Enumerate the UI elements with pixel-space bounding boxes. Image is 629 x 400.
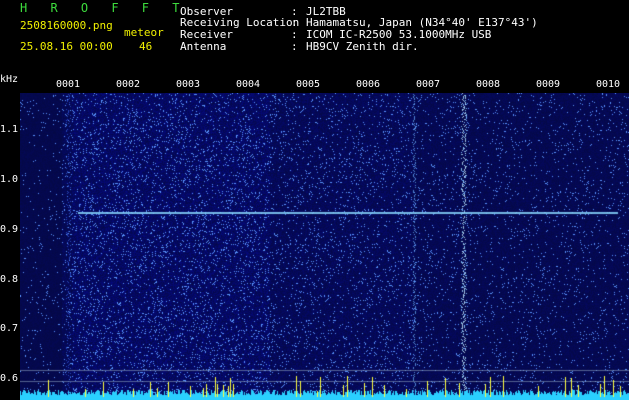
x-tick-0009: 0009 — [535, 79, 561, 90]
y-tick-0-9: 0.9 — [0, 224, 19, 235]
x-tick-0001: 0001 — [55, 79, 81, 90]
x-tick-0010: 0010 — [595, 79, 621, 90]
x-tick-0007: 0007 — [415, 79, 441, 90]
antenna-value: HB9CV Zenith dir. — [306, 40, 419, 53]
receiver-colon: : — [291, 28, 298, 41]
y-tick-0-6: 0.6 — [0, 373, 19, 384]
y-tick-1-1: 1.1 — [0, 124, 19, 135]
location-value: Hamamatsu, Japan (N34°40' E137°43') — [306, 16, 538, 29]
antenna-colon: : — [291, 40, 298, 53]
app-title: H R O F F T — [20, 1, 188, 15]
x-tick-0006: 0006 — [355, 79, 381, 90]
x-tick-0002: 0002 — [115, 79, 141, 90]
file-name: 2508160000.png — [20, 19, 113, 32]
antenna-label: Antenna — [180, 40, 227, 53]
x-tick-0008: 0008 — [475, 79, 501, 90]
location-colon: : — [291, 16, 298, 29]
spectrogram-plot — [20, 93, 629, 400]
file-datetime: 25.08.16 00:00 — [20, 40, 113, 53]
spectrogram-canvas — [20, 93, 629, 400]
y-tick-0-8: 0.8 — [0, 274, 19, 285]
receiver-label: Receiver — [180, 28, 233, 41]
x-tick-0005: 0005 — [295, 79, 321, 90]
hrofft-window: H R O F F T 2508160000.png 25.08.16 00:0… — [0, 0, 629, 400]
y-axis-unit: kHz — [0, 74, 19, 85]
location-label: Receiving Location — [180, 16, 300, 29]
y-tick-0-7: 0.7 — [0, 323, 19, 334]
x-tick-0003: 0003 — [175, 79, 201, 90]
meteor-count: 46 — [139, 40, 153, 53]
y-tick-1-0: 1.0 — [0, 174, 19, 185]
meteor-label: meteor — [124, 26, 164, 39]
receiver-value: ICOM IC-R2500 53.1000MHz USB — [306, 28, 492, 41]
x-tick-0004: 0004 — [235, 79, 261, 90]
